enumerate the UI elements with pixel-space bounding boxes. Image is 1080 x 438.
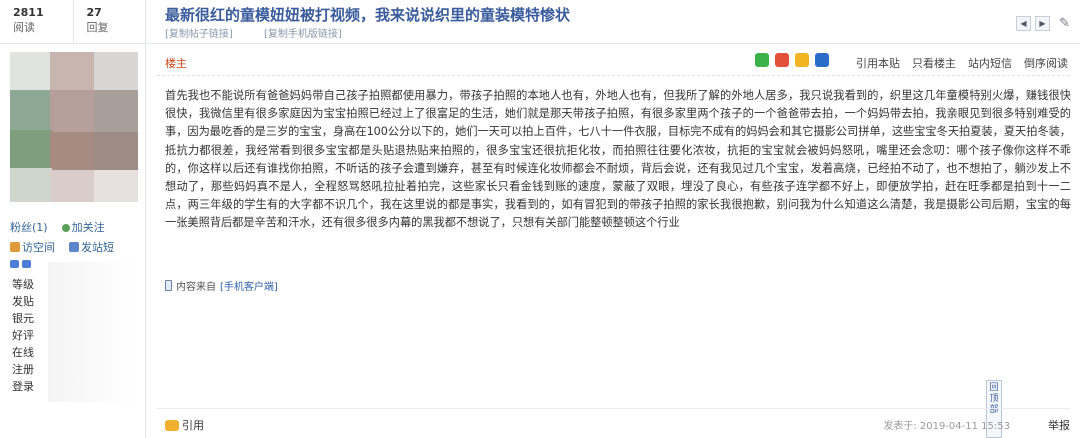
level-label: 等级 (12, 278, 34, 291)
post-timestamp: 发表于: 2019-04-11 15:53 (883, 421, 1010, 432)
next-thread-button[interactable]: ▶ (1035, 16, 1050, 31)
medal-icon (10, 260, 19, 268)
share-icons (755, 53, 829, 67)
blurred-user-info (48, 262, 138, 402)
post-body: 楼主 引用本贴 只看楼主 站内短信 倒序阅读 首先我也不能说所有爸爸妈妈带自己孩… (147, 45, 1080, 438)
user-info-labels: 等级 发贴 银元 好评 在线 注册 登录 (12, 276, 34, 395)
mail-icon (69, 242, 79, 252)
copy-mobile-link[interactable]: [复制手机版链接] (264, 29, 342, 40)
post-divider (157, 75, 1070, 76)
plus-icon (61, 224, 70, 232)
post-footer: 引用 发表于: 2019-04-11 15:53 举报 (157, 408, 1070, 438)
read-count: 2811 阅读 (0, 0, 73, 43)
renren-icon[interactable] (815, 53, 829, 67)
reply-count-label: 回复 (86, 21, 109, 34)
page-title: 最新很红的童模妞妞被打视频，我来说说织里的童装模特惨状 (165, 6, 571, 24)
silver-label: 银元 (12, 312, 34, 325)
weibo-icon[interactable] (775, 53, 789, 67)
reply-count: 27 回复 (72, 0, 146, 43)
prev-thread-button[interactable]: ◀ (1016, 16, 1031, 31)
thread-stats: 2811 阅读 27 回复 (0, 0, 145, 44)
posts-label: 发贴 (12, 295, 34, 308)
visit-space-link[interactable]: 访空间 (10, 238, 55, 258)
quote-post-link[interactable]: 引用本贴 (856, 55, 900, 71)
reply-count-value: 27 (86, 6, 102, 19)
wechat-icon[interactable] (755, 53, 769, 67)
qzone-icon[interactable] (795, 53, 809, 67)
message-label: 发站短 (81, 241, 114, 254)
login-label: 登录 (12, 380, 34, 393)
floor-label: 楼主 (165, 57, 187, 70)
chevron-left-icon: ◀ (1020, 19, 1027, 28)
online-label: 在线 (12, 346, 34, 359)
read-count-label: 阅读 (13, 21, 35, 34)
chevron-right-icon: ▶ (1039, 19, 1046, 28)
fans-link[interactable]: 粉丝(1) (10, 218, 48, 238)
register-label: 注册 (12, 363, 34, 376)
follow-label: 加关注 (71, 221, 105, 234)
home-icon (10, 242, 20, 252)
copy-links: [复制帖子链接] [复制手机版链接] (165, 25, 370, 40)
avatar[interactable] (10, 52, 138, 202)
author-only-link[interactable]: 只看楼主 (912, 55, 956, 71)
rating-label: 好评 (12, 329, 34, 342)
author-sidebar: 2811 阅读 27 回复 粉丝(1) 加关注 访空间 发站短 等级 发贴 银元… (0, 0, 146, 438)
visit-label: 访空间 (22, 241, 55, 254)
copy-post-link[interactable]: [复制帖子链接] (165, 29, 233, 40)
post-source: 内容来自 [手机客户端] (165, 278, 278, 293)
report-button[interactable]: 举报 (1048, 417, 1070, 433)
private-message-link[interactable]: 站内短信 (968, 55, 1012, 71)
forum-post-page: 2811 阅读 27 回复 粉丝(1) 加关注 访空间 发站短 等级 发贴 银元… (0, 0, 1080, 438)
thread-header: 最新很红的童模妞妞被打视频，我来说说织里的童装模特惨状 [复制帖子链接] [复制… (147, 0, 1080, 44)
quote-button[interactable]: 引用 (165, 417, 204, 433)
reverse-order-link[interactable]: 倒序阅读 (1024, 55, 1068, 71)
source-prefix: 内容来自 (176, 282, 216, 293)
follow-button[interactable]: 加关注 (61, 218, 105, 238)
quote-icon (165, 419, 179, 431)
medal-icon (22, 260, 31, 268)
post-tools: 引用本贴 只看楼主 站内短信 倒序阅读 (856, 55, 1068, 71)
author-actions: 粉丝(1) 加关注 访空间 发站短 (10, 218, 114, 268)
quote-label: 引用 (182, 419, 204, 432)
read-count-value: 2811 (13, 6, 44, 19)
edit-icon[interactable]: ✎ (1059, 16, 1070, 31)
mobile-client-link[interactable]: [手机客户端] (220, 278, 278, 293)
send-message-link[interactable]: 发站短 (69, 238, 114, 258)
post-content: 首先我也不能说所有爸爸妈妈带自己孩子拍照都使用暴力，带孩子拍照的本地人也有，外地… (165, 89, 1071, 230)
phone-icon (165, 280, 172, 291)
thread-nav: ◀ ▶ (1016, 16, 1050, 31)
